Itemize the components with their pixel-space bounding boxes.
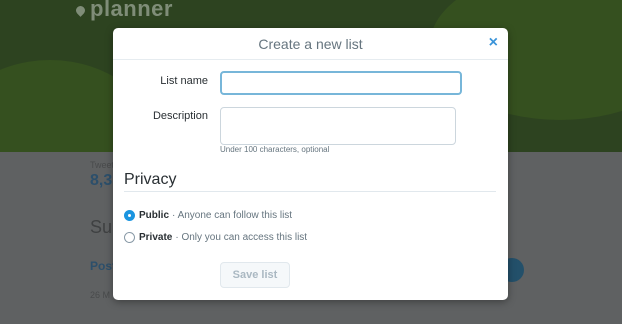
description-hint: Under 100 characters, optional: [220, 145, 330, 154]
save-list-button[interactable]: Save list: [220, 262, 290, 288]
list-name-input[interactable]: [220, 71, 462, 95]
list-name-label: List name: [160, 75, 208, 87]
description-label: Description: [152, 110, 208, 122]
public-option-description: · Anyone can follow this list: [172, 210, 293, 221]
privacy-option-private[interactable]: Private · Only you can access this list: [124, 232, 307, 243]
background-stat-value: 8,3: [90, 172, 113, 189]
privacy-divider: [124, 191, 496, 192]
private-option-title: Private: [139, 232, 173, 243]
private-radio[interactable]: [124, 232, 135, 243]
create-list-dialog: Create a new list × List name Descriptio…: [113, 28, 508, 300]
private-option-description: · Only you can access this list: [175, 232, 308, 243]
location-pin-icon: [74, 3, 87, 17]
dialog-title: Create a new list: [258, 36, 363, 52]
background-timestamp: 26 M: [90, 290, 111, 300]
privacy-option-public[interactable]: Public · Anyone can follow this list: [124, 210, 292, 221]
privacy-heading: Privacy: [124, 171, 177, 188]
dialog-header: Create a new list ×: [113, 28, 508, 60]
close-icon[interactable]: ×: [489, 35, 498, 51]
background-logo: planner: [74, 0, 173, 22]
public-option-title: Public: [139, 210, 170, 221]
description-input[interactable]: [220, 107, 456, 145]
public-radio[interactable]: [124, 210, 135, 221]
